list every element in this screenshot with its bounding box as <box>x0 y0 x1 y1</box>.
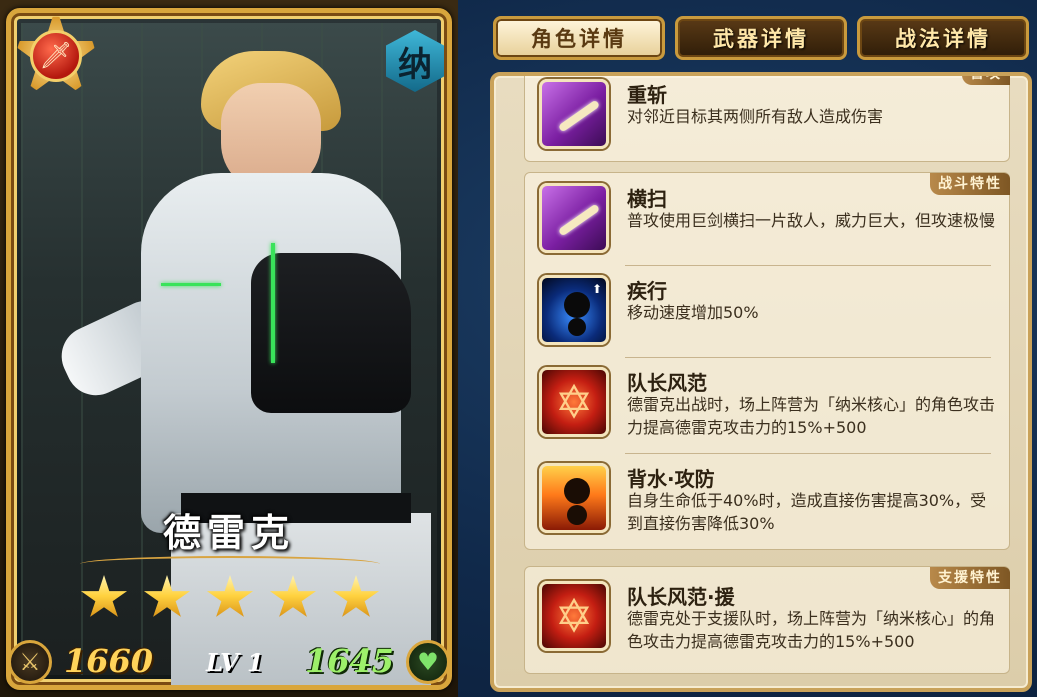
faction-char: 纳 <box>398 44 432 85</box>
skill-group-support-traits: 支援特性 队长风范·援 德雷克处于支援队时，场上阵营为「纳米核心」的角色攻击力提… <box>524 566 1010 674</box>
skill-name: 重斩 <box>627 83 667 107</box>
skill-name: 疾行 <box>627 279 667 303</box>
name-scroll-ornament <box>80 556 380 572</box>
skill-desc: 普攻使用巨剑横扫一片敌人，威力巨大，但攻速极慢 <box>627 211 996 230</box>
slash-icon <box>539 183 609 253</box>
slash-icon <box>539 79 609 149</box>
portrait-armor <box>251 253 411 413</box>
skill-desc: 对邻近目标其两侧所有敌人造成伤害 <box>627 107 884 126</box>
detail-tabs: 角色详情 武器详情 战法详情 <box>493 16 1029 62</box>
skill-name: 背水·攻防 <box>627 467 715 491</box>
hexagram-seal-icon <box>539 581 609 651</box>
skill-name: 队长风范·援 <box>627 585 735 609</box>
sprint-icon: ⬆ <box>539 275 609 345</box>
tab-weapon-details[interactable]: 武器详情 <box>675 16 847 60</box>
hp-value: 1645 <box>304 642 394 680</box>
skill-row[interactable]: 背水·攻防 自身生命低于40%时，造成直接伤害提高30%，受到直接伤害降低30% <box>535 457 1001 543</box>
divider <box>625 453 991 454</box>
skill-row[interactable]: 横扫 普攻使用巨剑横扫一片敌人，威力巨大，但攻速极慢 <box>535 177 1001 263</box>
attack-sword-icon: ⚔ <box>8 640 52 684</box>
flame-figure-icon <box>539 463 609 533</box>
star-icon <box>143 575 191 617</box>
tab-tactic-details[interactable]: 战法详情 <box>857 16 1029 60</box>
character-name: 德雷克 <box>162 511 295 555</box>
character-card: 🗡 纳 德雷克 ⚔ 1660 LV 1 1645 ♥ <box>0 0 458 697</box>
skill-group-combat-traits: 战斗特性 横扫 普攻使用巨剑横扫一片敌人，威力巨大，但攻速极慢 ⬆ 疾行 移动速… <box>524 172 1010 550</box>
skill-desc: 自身生命低于40%时，造成直接伤害提高30%，受到直接伤害降低30% <box>627 491 987 533</box>
sword-emblem-icon: 🗡 <box>30 30 82 82</box>
armor-light <box>161 283 221 286</box>
skill-row[interactable]: 队长风范·援 德雷克处于支援队时，场上阵营为「纳米核心」的角色攻击力提高德雷克攻… <box>535 575 1001 661</box>
skill-desc: 德雷克处于支援队时，场上阵营为「纳米核心」的角色攻击力提高德雷克攻击力的15%+… <box>627 609 996 651</box>
star-icon <box>269 575 317 617</box>
skill-desc: 德雷克出战时，场上阵营为「纳米核心」的角色攻击力提高德雷克攻击力的15%+500 <box>627 395 996 437</box>
star-icon <box>332 575 380 617</box>
skill-row[interactable]: 队长风范 德雷克出战时，场上阵营为「纳米核心」的角色攻击力提高德雷克攻击力的15… <box>535 361 1001 447</box>
star-icon <box>206 575 254 617</box>
divider <box>625 357 991 358</box>
divider <box>625 265 991 266</box>
arrow-up-icon: ⬆ <box>591 282 602 296</box>
level-label: LV 1 <box>206 648 264 677</box>
skill-row[interactable]: ⬆ 疾行 移动速度增加50% <box>535 269 1001 355</box>
star-rating <box>80 575 380 625</box>
skill-row[interactable]: 重斩 对邻近目标其两侧所有敌人造成伤害 <box>535 76 1001 159</box>
armor-light <box>271 243 275 363</box>
skill-name: 队长风范 <box>627 371 707 395</box>
skill-desc: 移动速度增加50% <box>627 303 759 322</box>
star-icon <box>80 575 128 617</box>
stat-bar: ⚔ 1660 LV 1 1645 ♥ <box>6 636 452 690</box>
hexagram-seal-icon <box>539 367 609 437</box>
skill-group-normal-attack: 普攻 重斩 对邻近目标其两侧所有敌人造成伤害 <box>524 76 1010 162</box>
class-emblem: 🗡 <box>6 6 106 106</box>
skills-panel[interactable]: 普攻 重斩 对邻近目标其两侧所有敌人造成伤害 战斗特性 横扫 普攻使用巨剑横扫一… <box>490 72 1032 692</box>
attack-value: 1660 <box>64 642 154 680</box>
tab-character-details[interactable]: 角色详情 <box>493 16 665 60</box>
heart-icon: ♥ <box>406 640 450 684</box>
skill-name: 横扫 <box>627 187 667 211</box>
